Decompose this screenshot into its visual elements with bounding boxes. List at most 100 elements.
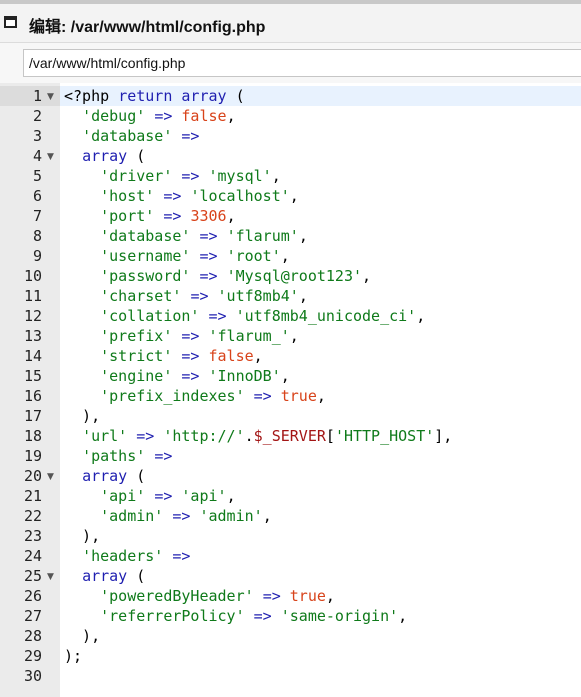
code-line[interactable]: 18 'url' => 'http://'.$_SERVER['HTTP_HOS… [0, 426, 581, 446]
code-token-plain: [ [325, 427, 335, 445]
code-token-plain: , [226, 487, 236, 505]
code-token-plain: ), [64, 627, 101, 645]
code-line[interactable]: 12 'collation' => 'utf8mb4_unicode_ci', [0, 306, 581, 326]
code-token-bool: true [289, 587, 326, 605]
line-number-cell: 22 [0, 506, 60, 526]
code-line[interactable]: 15 'engine' => 'InnoDB', [0, 366, 581, 386]
code-token-plain: , [289, 187, 299, 205]
line-number-cell: 4 ▼ [0, 146, 60, 166]
code-line[interactable]: 16 'prefix_indexes' => true, [0, 386, 581, 406]
code-line[interactable]: 14 'strict' => false, [0, 346, 581, 366]
code-token-str: 'engine' [100, 367, 173, 385]
code-token-plain: , [271, 167, 281, 185]
code-token-kw: => [253, 387, 272, 405]
line-number: 13 [23, 327, 42, 345]
line-number-cell: 10 [0, 266, 60, 286]
code-line[interactable]: 3 'database' => [0, 126, 581, 146]
code-line[interactable]: 2 'debug' => false, [0, 106, 581, 126]
code-token-plain: ], [434, 427, 453, 445]
code-token-kw: => [163, 187, 182, 205]
code-token-kw: => [199, 247, 218, 265]
code-token-str: 'api' [181, 487, 227, 505]
code-line[interactable]: 7 'port' => 3306, [0, 206, 581, 226]
code-line[interactable]: 13 'prefix' => 'flarum_', [0, 326, 581, 346]
code-line[interactable]: 5 'driver' => 'mysql', [0, 166, 581, 186]
code-token-str: 'prefix_indexes' [100, 387, 245, 405]
code-token-kw: array [82, 567, 128, 585]
code-line[interactable]: 26 'poweredByHeader' => true, [0, 586, 581, 606]
code-token-plain: ( [127, 147, 146, 165]
code-line[interactable]: 9 'username' => 'root', [0, 246, 581, 266]
fold-toggle-icon[interactable]: ▼ [47, 567, 54, 587]
code-token-kw: => [199, 267, 218, 285]
code-token-str: 'collation' [100, 307, 200, 325]
file-path-input[interactable] [23, 49, 581, 77]
line-number: 15 [23, 367, 42, 385]
code-line[interactable]: 6 'host' => 'localhost', [0, 186, 581, 206]
code-text: 'paths' => [64, 446, 172, 466]
code-line[interactable]: 19 'paths' => [0, 446, 581, 466]
code-token-str: 'flarum_' [208, 327, 290, 345]
code-line[interactable]: 22 'admin' => 'admin', [0, 506, 581, 526]
code-line[interactable]: 11 'charset' => 'utf8mb4', [0, 286, 581, 306]
code-token-str: 'mysql' [208, 167, 272, 185]
code-line[interactable]: 1 ▼ <?php return array ( [0, 86, 581, 106]
code-token-plain: , [280, 247, 290, 265]
line-number-cell: 7 [0, 206, 60, 226]
fold-toggle-icon[interactable]: ▼ [47, 87, 54, 107]
line-number-cell: 27 [0, 606, 60, 626]
code-text: ), [64, 626, 100, 646]
line-number-cell: 16 [0, 386, 60, 406]
code-line[interactable]: 17 ), [0, 406, 581, 426]
code-token-plain: , [226, 107, 236, 125]
code-token-str: 'database' [100, 227, 191, 245]
code-line[interactable]: 20 ▼ array ( [0, 466, 581, 486]
code-line[interactable]: 24 'headers' => [0, 546, 581, 566]
code-line[interactable]: 29); [0, 646, 581, 666]
code-token-kw: => [190, 287, 209, 305]
code-text: 'api' => 'api', [64, 486, 236, 506]
code-token-plain: , [325, 587, 335, 605]
code-token-str: 'strict' [100, 347, 173, 365]
window-icon [4, 16, 17, 28]
code-line[interactable]: 25 ▼ array ( [0, 566, 581, 586]
code-editor[interactable]: 1 ▼ <?php return array (2 'debug' => false… [0, 83, 581, 697]
code-text: <?php return array ( [64, 86, 245, 106]
code-token-kw: => [181, 127, 200, 145]
code-token-str: 'admin' [199, 507, 263, 525]
code-line[interactable]: 27 'referrerPolicy' => 'same-origin', [0, 606, 581, 626]
code-line[interactable]: 10 'password' => 'Mysql@root123', [0, 266, 581, 286]
code-token-plain: ), [64, 407, 101, 425]
line-number-cell: 15 [0, 366, 60, 386]
code-line[interactable]: 4 ▼ array ( [0, 146, 581, 166]
code-token-kw: array [82, 147, 128, 165]
code-line[interactable]: 30 [0, 666, 581, 686]
code-line[interactable]: 8 'database' => 'flarum', [0, 226, 581, 246]
code-line[interactable]: 23 ), [0, 526, 581, 546]
code-line[interactable]: 21 'api' => 'api', [0, 486, 581, 506]
line-number-cell: 13 [0, 326, 60, 346]
fold-toggle-icon[interactable]: ▼ [47, 147, 54, 167]
code-text: ), [64, 406, 100, 426]
code-token-str: 'url' [82, 427, 128, 445]
line-number-cell: 29 [0, 646, 60, 666]
fold-toggle-icon[interactable]: ▼ [47, 467, 54, 487]
code-line[interactable]: 28 ), [0, 626, 581, 646]
